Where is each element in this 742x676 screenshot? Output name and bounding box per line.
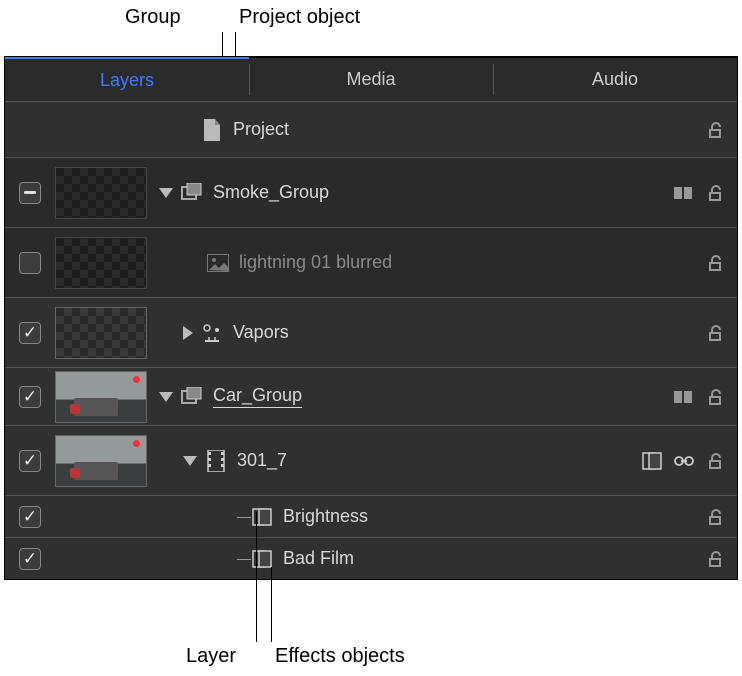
- vapors-label[interactable]: Vapors: [233, 322, 289, 343]
- tab-layers-label: Layers: [100, 70, 154, 91]
- group-icon: [181, 182, 203, 204]
- project-icon: [201, 119, 223, 141]
- thumbnail-301-7[interactable]: [55, 435, 147, 487]
- leader-layer: [256, 512, 257, 642]
- lock-icon[interactable]: [705, 549, 727, 569]
- image-icon: [207, 252, 229, 274]
- lock-icon[interactable]: [705, 451, 727, 471]
- lock-icon[interactable]: [705, 253, 727, 273]
- lock-icon[interactable]: [705, 120, 727, 140]
- tabs-bar: Layers Media Audio: [5, 57, 737, 101]
- annotation-project-object: Project object: [239, 6, 360, 29]
- annotation-effects-objects: Effects objects: [275, 645, 405, 668]
- checkbox-cell: [5, 322, 55, 344]
- leader-effects-objects: [271, 567, 272, 642]
- blend-mode-icon[interactable]: [673, 183, 695, 203]
- right-icons: [673, 183, 727, 203]
- right-icons: [641, 451, 727, 471]
- disclosure-triangle[interactable]: [159, 392, 173, 402]
- right-icons: [705, 253, 727, 273]
- checkbox-cell: [5, 182, 55, 204]
- visibility-checkbox[interactable]: [19, 548, 41, 570]
- thumbnail-smoke-group[interactable]: [55, 167, 147, 219]
- checkbox-cell: [5, 386, 55, 408]
- visibility-checkbox[interactable]: [19, 322, 41, 344]
- emitter-icon: [201, 322, 223, 344]
- checkbox-cell: [5, 548, 55, 570]
- right-icons: [705, 507, 727, 527]
- checkbox-cell: [5, 252, 55, 274]
- lock-icon[interactable]: [705, 323, 727, 343]
- right-icons: [705, 323, 727, 343]
- row-project[interactable]: Project: [5, 101, 737, 157]
- visibility-checkbox[interactable]: [19, 450, 41, 472]
- right-icons: [673, 387, 727, 407]
- clip-301-7-label[interactable]: 301_7: [237, 450, 287, 471]
- filter-icon: [251, 506, 273, 528]
- group-icon: [181, 386, 203, 408]
- checkbox-cell: [5, 506, 55, 528]
- tree-bad-film: Bad Film: [153, 548, 705, 570]
- disclosure-triangle[interactable]: [159, 188, 173, 198]
- right-icons: [705, 549, 727, 569]
- tab-audio-label: Audio: [592, 69, 638, 90]
- visibility-checkbox[interactable]: [19, 252, 41, 274]
- brightness-label[interactable]: Brightness: [283, 506, 368, 527]
- smoke-group-label[interactable]: Smoke_Group: [213, 182, 329, 203]
- row-brightness[interactable]: Brightness: [5, 495, 737, 537]
- filmstrip-icon: [205, 450, 227, 472]
- blend-mode-icon[interactable]: [673, 387, 695, 407]
- tree-car-group: Car_Group: [153, 385, 673, 408]
- link-icon[interactable]: [673, 451, 695, 471]
- lightning-label[interactable]: lightning 01 blurred: [239, 252, 392, 273]
- tree-vapors: Vapors: [153, 322, 705, 344]
- row-car-group[interactable]: Car_Group: [5, 367, 737, 425]
- tab-audio[interactable]: Audio: [493, 57, 737, 101]
- annotations-top: Group Project object: [0, 6, 742, 56]
- layers-panel: Layers Media Audio Project: [4, 56, 738, 580]
- annotations-bottom: Layer Effects objects: [0, 618, 742, 668]
- bad-film-label[interactable]: Bad Film: [283, 548, 354, 569]
- tab-media[interactable]: Media: [249, 57, 493, 101]
- lock-icon[interactable]: [705, 387, 727, 407]
- row-vapors[interactable]: Vapors: [5, 297, 737, 367]
- row-bad-film[interactable]: Bad Film: [5, 537, 737, 579]
- lock-icon[interactable]: [705, 507, 727, 527]
- filter-icon: [251, 548, 273, 570]
- tree-project: Project: [153, 119, 705, 141]
- row-lightning[interactable]: lightning 01 blurred: [5, 227, 737, 297]
- checkbox-cell: [5, 450, 55, 472]
- disclosure-triangle[interactable]: [183, 326, 193, 340]
- layer-rows: Project Smoke_Group: [5, 101, 737, 579]
- visibility-checkbox[interactable]: [19, 506, 41, 528]
- tab-layers[interactable]: Layers: [5, 57, 249, 101]
- row-clip-301-7[interactable]: 301_7: [5, 425, 737, 495]
- lock-icon[interactable]: [705, 183, 727, 203]
- tree-clip-301-7: 301_7: [153, 450, 641, 472]
- filter-badge-icon[interactable]: [641, 451, 663, 471]
- disclosure-triangle[interactable]: [183, 456, 197, 466]
- tree-smoke-group: Smoke_Group: [153, 182, 673, 204]
- tree-brightness: Brightness: [153, 506, 705, 528]
- right-icons-project: [705, 120, 727, 140]
- tab-media-label: Media: [346, 69, 395, 90]
- car-group-label[interactable]: Car_Group: [213, 385, 302, 408]
- thumbnail-vapors[interactable]: [55, 307, 147, 359]
- project-label[interactable]: Project: [233, 119, 289, 140]
- visibility-checkbox[interactable]: [19, 386, 41, 408]
- thumbnail-lightning[interactable]: [55, 237, 147, 289]
- tree-lightning: lightning 01 blurred: [153, 252, 705, 274]
- annotation-layer: Layer: [186, 645, 236, 668]
- annotation-group: Group: [125, 6, 181, 29]
- row-smoke-group[interactable]: Smoke_Group: [5, 157, 737, 227]
- visibility-checkbox[interactable]: [19, 182, 41, 204]
- thumbnail-car-group[interactable]: [55, 371, 147, 423]
